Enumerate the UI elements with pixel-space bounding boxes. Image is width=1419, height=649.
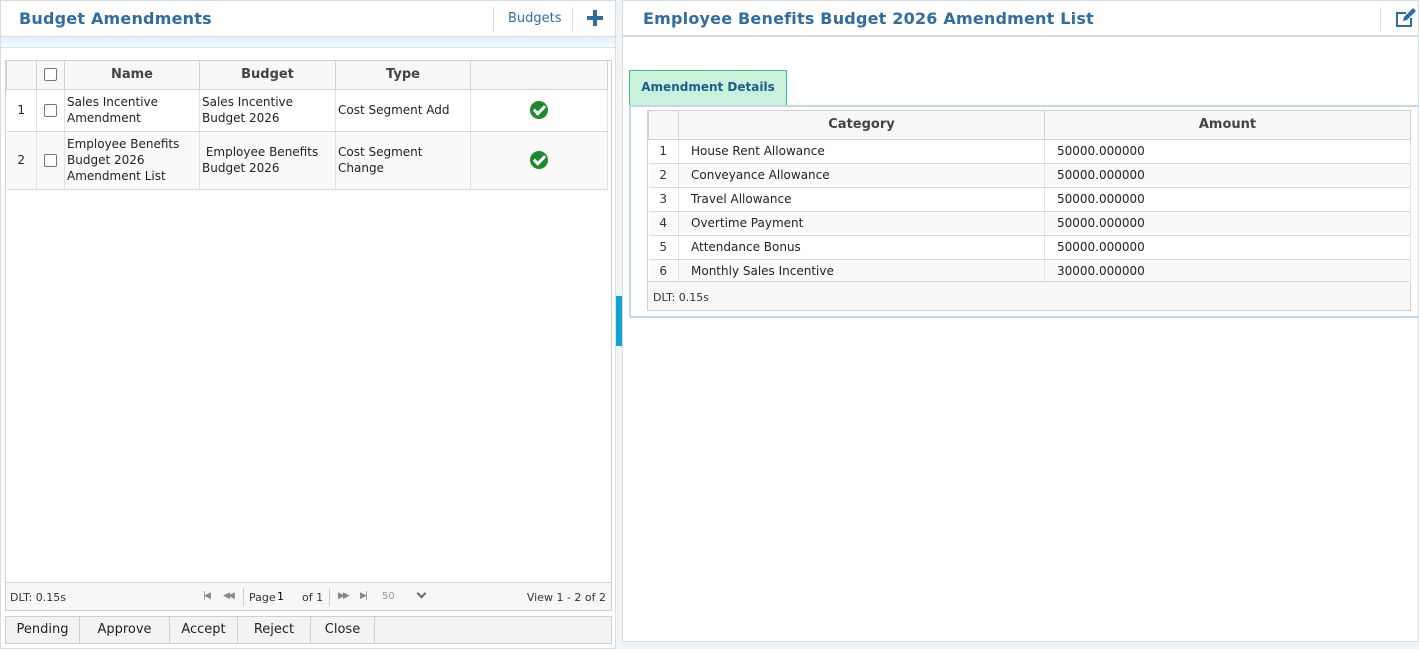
row-number: 5 [648, 235, 679, 260]
grid-footer: DLT: 0.15s [648, 281, 1410, 310]
cell-status [470, 89, 608, 132]
load-time-label: DLT: 0.15s [653, 291, 710, 304]
prev-page-icon[interactable]: ◀◀ [223, 591, 235, 601]
column-header-category[interactable]: Category [678, 111, 1045, 140]
amendment-detail-panel: Employee Benefits Budget 2026 Amendment … [622, 0, 1419, 642]
table-row[interactable]: 2 Conveyance Allowance 50000.000000 [648, 163, 1411, 188]
reject-button[interactable]: Reject [238, 617, 311, 643]
row-number: 4 [648, 211, 679, 236]
cell-name: Employee Benefits Budget 2026 Amendment … [64, 131, 200, 190]
cell-budget: Sales Incentive Budget 2026 [199, 89, 336, 132]
cell-category: Travel Allowance [678, 187, 1045, 212]
load-time-label: DLT: 0.15s [10, 591, 67, 604]
row-select-cell [36, 131, 65, 190]
next-page-icon[interactable]: ▶▶ [338, 591, 350, 601]
row-number: 2 [648, 163, 679, 188]
pager-divider [243, 588, 244, 606]
accept-button[interactable]: Accept [170, 617, 238, 643]
add-icon[interactable] [585, 7, 605, 29]
grid-pager: DLT: 0.15s |◀ ◀◀ Page of 1 ▶▶ ▶| 50 View… [6, 582, 611, 610]
pending-button[interactable]: Pending [6, 617, 80, 643]
cell-amount: 50000.000000 [1044, 211, 1411, 236]
cell-type: Cost Segment Change [335, 131, 471, 190]
column-header-name[interactable]: Name [64, 61, 200, 90]
last-page-icon[interactable]: ▶| [360, 591, 368, 601]
amendment-details-grid: Category Amount 1 House Rent Allowance 5… [647, 110, 1411, 311]
row-select-cell [36, 89, 65, 132]
row-number: 6 [648, 259, 679, 284]
header-divider [493, 7, 494, 31]
left-panel-title: Budget Amendments [19, 9, 212, 28]
cell-category: Attendance Bonus [678, 235, 1045, 260]
toolbar-strip [1, 37, 615, 48]
row-number: 1 [6, 89, 37, 132]
header-divider [1380, 7, 1381, 31]
page-number-input[interactable] [277, 589, 297, 604]
cell-amount: 50000.000000 [1044, 163, 1411, 188]
cell-type: Cost Segment Add [335, 89, 471, 132]
tab-amendment-details[interactable]: Amendment Details [629, 70, 787, 105]
row-checkbox[interactable] [44, 104, 57, 117]
rows-per-page-select[interactable]: 50 [382, 591, 395, 602]
budget-amendments-panel: Budget Amendments Budgets Name Budget Ty… [0, 0, 616, 649]
check-circle-icon [530, 101, 548, 119]
cell-name: Sales Incentive Amendment [64, 89, 200, 132]
table-row[interactable]: 1 Sales Incentive Amendment Sales Incent… [6, 89, 608, 132]
pager-divider [329, 588, 330, 606]
page-count-label: of 1 [302, 591, 324, 604]
column-header-status [470, 61, 608, 90]
table-row[interactable]: 5 Attendance Bonus 50000.000000 [648, 235, 1411, 260]
cell-amount: 50000.000000 [1044, 235, 1411, 260]
close-button[interactable]: Close [311, 617, 375, 643]
column-header-type[interactable]: Type [335, 61, 471, 90]
amendments-grid: Name Budget Type 1 Sales Incentive Amend… [5, 60, 612, 611]
chevron-down-icon[interactable] [416, 588, 427, 599]
cell-status [470, 131, 608, 190]
pager-controls: |◀ ◀◀ Page of 1 ▶▶ ▶| 50 [198, 588, 438, 606]
row-number-header [6, 61, 37, 90]
column-header-amount[interactable]: Amount [1044, 111, 1411, 140]
cell-category: Conveyance Allowance [678, 163, 1045, 188]
select-all-header [36, 61, 65, 90]
amendment-details-table: Category Amount 1 House Rent Allowance 5… [648, 111, 1411, 284]
table-row[interactable]: 3 Travel Allowance 50000.000000 [648, 187, 1411, 212]
action-button-bar: Pending Approve Accept Reject Close [5, 616, 612, 644]
row-number: 2 [6, 131, 37, 190]
select-all-checkbox[interactable] [44, 68, 57, 82]
header-divider [572, 7, 573, 31]
cell-budget: Employee Benefits Budget 2026 [199, 131, 336, 190]
amendments-table: Name Budget Type 1 Sales Incentive Amend… [6, 61, 608, 190]
record-range-label: View 1 - 2 of 2 [526, 591, 606, 604]
table-header-row: Category Amount [648, 111, 1411, 140]
cell-category: Monthly Sales Incentive [678, 259, 1045, 284]
table-row[interactable]: 4 Overtime Payment 50000.000000 [648, 211, 1411, 236]
table-row[interactable]: 2 Employee Benefits Budget 2026 Amendmen… [6, 131, 608, 190]
cell-category: House Rent Allowance [678, 139, 1045, 164]
right-panel-title: Employee Benefits Budget 2026 Amendment … [643, 9, 1094, 28]
cell-amount: 30000.000000 [1044, 259, 1411, 284]
approve-button[interactable]: Approve [80, 617, 170, 643]
check-circle-icon [530, 151, 548, 169]
right-panel-header: Employee Benefits Budget 2026 Amendment … [623, 1, 1418, 37]
row-number: 1 [648, 139, 679, 164]
budgets-link[interactable]: Budgets [508, 11, 562, 26]
cell-amount: 50000.000000 [1044, 139, 1411, 164]
page-label: Page [249, 591, 276, 604]
row-number: 3 [648, 187, 679, 212]
table-row[interactable]: 1 House Rent Allowance 50000.000000 [648, 139, 1411, 164]
table-header-row: Name Budget Type [6, 61, 608, 90]
cell-amount: 50000.000000 [1044, 187, 1411, 212]
column-header-budget[interactable]: Budget [199, 61, 336, 90]
left-panel-header: Budget Amendments Budgets [1, 1, 615, 37]
amendment-details-content: Category Amount 1 House Rent Allowance 5… [629, 105, 1419, 318]
first-page-icon[interactable]: |◀ [203, 591, 211, 601]
table-row[interactable]: 6 Monthly Sales Incentive 30000.000000 [648, 259, 1411, 284]
edit-icon[interactable] [1393, 7, 1417, 29]
row-checkbox[interactable] [44, 154, 57, 167]
cell-category: Overtime Payment [678, 211, 1045, 236]
row-number-header [648, 111, 679, 140]
